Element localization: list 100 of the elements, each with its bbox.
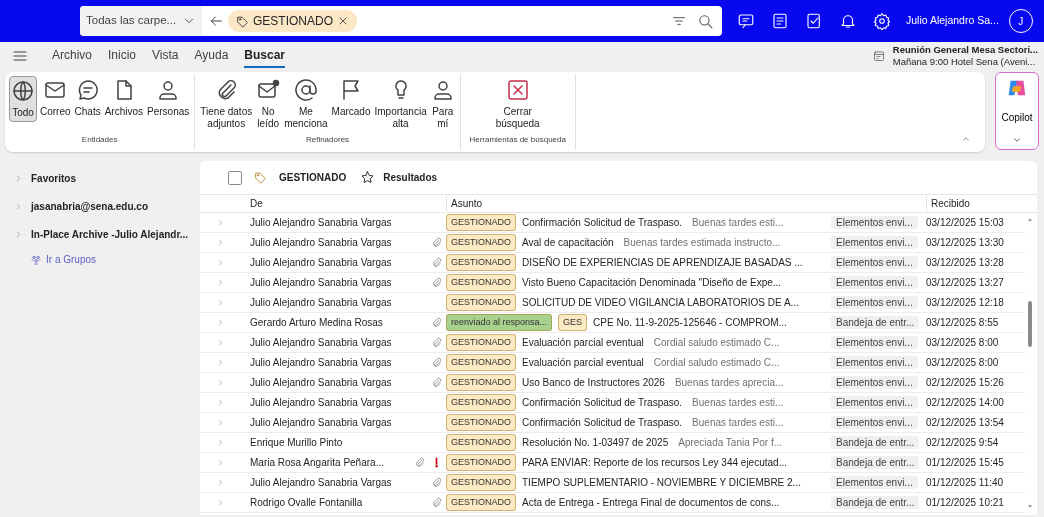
folder-tree-item[interactable]: Favoritos <box>14 164 195 192</box>
tag-icon <box>254 171 267 184</box>
category-tag: GESTIONADO <box>446 433 516 452</box>
ribbon-button[interactable]: Archivos <box>103 76 145 120</box>
received-date: 03/12/2025 13:28 <box>926 256 1005 270</box>
email-subject: Confirmación Solicitud de Traspaso. <box>522 216 683 230</box>
received-date: 02/12/2025 15:26 <box>926 376 1005 390</box>
ribbon-button[interactable]: Chats <box>73 76 102 120</box>
task-icon[interactable] <box>805 12 823 30</box>
category-tag: GESTIONADO <box>446 353 516 372</box>
ribbon-button[interactable]: No leído <box>255 76 282 132</box>
folder-label: Elementos envi... <box>831 476 918 489</box>
ribbon-button[interactable]: Me menciona <box>283 76 329 132</box>
folder-label: Bandeja de entr... <box>831 436 920 449</box>
received-date: 03/12/2025 8:00 <box>926 336 1000 350</box>
category-tag: GESTIONADO <box>446 393 516 412</box>
menu-tab[interactable]: Archivo <box>52 44 92 68</box>
folder-tree-item[interactable]: jasanabria@sena.edu.co <box>14 192 195 220</box>
menu-tab[interactable]: Ayuda <box>194 44 229 68</box>
email-preview: Cordial saludo estimado C... <box>653 356 780 370</box>
ribbon-button[interactable]: Personas <box>146 76 191 120</box>
folder-tree-item[interactable]: In-Place Archive -Julio Alejandr... <box>14 220 195 248</box>
groups-link[interactable]: Ir a Grupos <box>30 252 195 267</box>
column-header[interactable]: De <box>240 196 408 211</box>
chat-icon[interactable] <box>737 12 755 30</box>
category-tag: GES <box>558 313 588 332</box>
folder-label: Elementos envi... <box>831 276 918 289</box>
email-subject: SOLICITUD DE VIDEO VIGILANCIA LABORATORIOS DE A... <box>522 296 799 310</box>
people-icon <box>30 253 42 266</box>
sender-name: Julio Alejandro Sanabria Vargas <box>249 356 393 370</box>
menu-tab[interactable]: Vista <box>152 44 179 68</box>
menu-icon[interactable] <box>12 48 28 64</box>
received-date: 01/12/2025 11:40 <box>926 476 1005 490</box>
received-date: 02/12/2025 9:54 <box>926 436 1000 450</box>
ribbon-button[interactable]: Todo <box>9 76 37 122</box>
reminder-title[interactable]: Reunión General Mesa Sectori... <box>892 44 1038 56</box>
folder-label: Elementos envi... <box>831 296 918 309</box>
received-date: 03/12/2025 13:27 <box>926 276 1005 290</box>
sender-name: Julio Alejandro Sanabria Vargas <box>249 256 393 270</box>
group-label: Herramientas de búsqueda <box>468 134 567 146</box>
ribbon-button[interactable]: Para mí <box>429 76 456 132</box>
received-date: 01/12/2025 15:45 <box>926 456 1005 470</box>
bell-icon[interactable] <box>839 12 857 30</box>
email-preview: Buenas tardes esti... <box>692 416 784 430</box>
sender-name: Maria Rosa Angarita Peñara... <box>249 456 385 470</box>
category-tag: reenviado al responsa... <box>446 313 553 332</box>
menu-tab[interactable]: Buscar <box>244 44 285 68</box>
category-tag: GESTIONADO <box>446 273 516 292</box>
globe-icon <box>11 79 35 103</box>
settings-icon[interactable] <box>873 12 891 30</box>
select-all-checkbox[interactable] <box>228 170 242 185</box>
email-subject: Confirmación Solicitud de Traspaso. <box>522 396 683 410</box>
email-subject: Visto Bueno Capacitación Denominada "Diseño de Expe... <box>522 276 782 290</box>
close-icon[interactable] <box>337 15 349 27</box>
folder-dropdown[interactable]: Todas las carpe... <box>80 6 202 36</box>
sender-name: Julio Alejandro Sanabria Vargas <box>249 276 393 290</box>
ribbon-button[interactable]: Correo <box>39 76 72 120</box>
email-preview: Buenas tardes aprecia... <box>674 376 784 390</box>
received-date: 03/12/2025 8:00 <box>926 356 1000 370</box>
user-name[interactable]: Julio Alejandro Sa... <box>906 13 999 29</box>
category-tag: GESTIONADO <box>446 453 516 472</box>
search-icon[interactable] <box>697 12 714 30</box>
category-tag: GESTIONADO <box>446 253 516 272</box>
folder-label: Bandeja de entr... <box>831 456 920 469</box>
ribbon-button[interactable]: Tiene datos adjuntos <box>199 76 254 132</box>
category-tag: GESTIONADO <box>446 333 516 352</box>
email-preview: Buenas tardes esti... <box>692 396 784 410</box>
received-date: 02/12/2025 13:54 <box>926 416 1005 430</box>
folder-label: Elementos envi... <box>831 356 918 369</box>
category-tag: GESTIONADO <box>446 293 516 312</box>
star-icon[interactable] <box>360 170 376 185</box>
email-subject: Resolución No. 1-03497 de 2025 <box>522 436 669 450</box>
search-chip[interactable]: GESTIONADO <box>228 10 357 32</box>
received-date: 03/12/2025 13:30 <box>926 236 1005 250</box>
filter-label: GESTIONADO <box>279 171 347 185</box>
ribbon-button[interactable]: Importancia alta <box>373 76 428 132</box>
search-field[interactable]: Todas las carpe... GESTIONADO <box>80 6 722 36</box>
sender-name: Julio Alejandro Sanabria Vargas <box>249 296 393 310</box>
email-preview: Cordial saludo estimado C... <box>653 336 780 350</box>
menu-tab[interactable]: Inicio <box>108 44 137 68</box>
category-tag: GESTIONADO <box>446 493 516 512</box>
tag-icon <box>236 14 249 28</box>
ribbon-button[interactable]: Cerrar búsqueda <box>494 76 541 132</box>
email-preview: Buenas tardes esti... <box>692 216 784 230</box>
received-date: 02/12/2025 14:00 <box>926 396 1005 410</box>
column-header[interactable]: Asunto <box>446 196 926 211</box>
ribbon-button[interactable]: Marcado <box>330 76 372 120</box>
column-header[interactable]: Recibido <box>926 196 1020 211</box>
caret-icon <box>1012 135 1022 145</box>
sender-name: Rodrigo Ovalle Fontanilla <box>249 496 364 510</box>
reminder-detail[interactable]: Mañana 9:00 Hotel Sena (Aveni... <box>892 56 1038 68</box>
email-subject: Evaluación parcial eventual <box>522 356 644 370</box>
email-subject: Confirmación Solicitud de Traspaso. <box>522 416 683 430</box>
collapse-icon[interactable] <box>961 134 971 144</box>
sender-name: Julio Alejandro Sanabria Vargas <box>249 376 393 390</box>
copilot-button[interactable]: Copilot <box>995 72 1039 150</box>
email-subject: CPE No. 11-9-2025-125646 - COMPROM... <box>593 316 787 330</box>
document-icon[interactable] <box>771 12 789 30</box>
email-subject: Evaluación parcial eventual <box>522 336 644 350</box>
back-icon[interactable] <box>208 13 224 29</box>
